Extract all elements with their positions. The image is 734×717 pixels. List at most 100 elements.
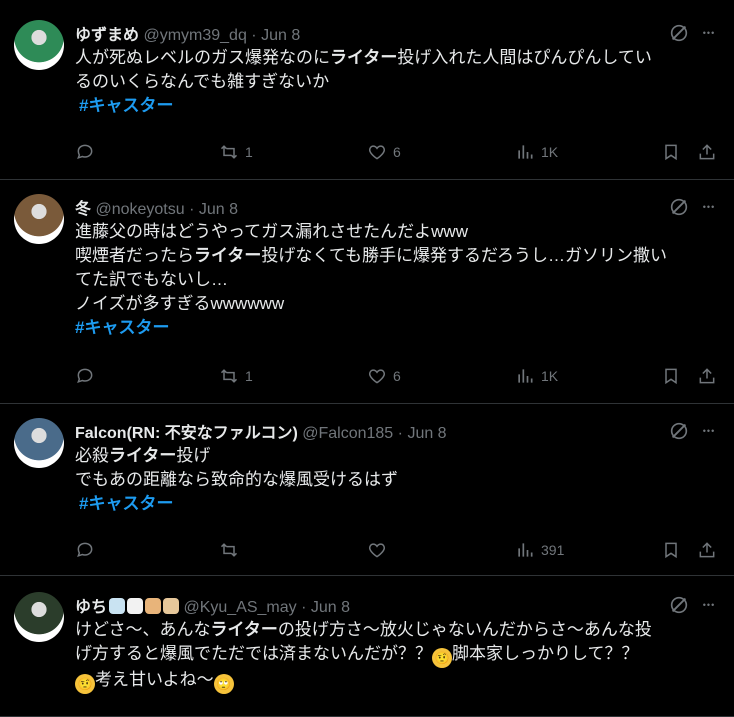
like-count: 6 [393,368,401,384]
more-options-icon[interactable]: ••• [698,22,720,44]
views-button[interactable]: 1K [515,140,558,164]
more-options-icon[interactable]: ••• [698,196,720,218]
tweet[interactable]: 冬 @nokeyotsu · Jun 8 ••• 進藤父の時はどうやってガス漏れさせ… [0,180,734,404]
tweet-date[interactable]: Jun 8 [261,27,300,44]
text-segment: 人が死ぬレベルのガス爆発なのに [75,48,330,67]
tweet-date[interactable]: Jun 8 [311,599,350,616]
reply-button[interactable] [75,140,95,164]
reply-button[interactable] [75,364,95,388]
display-name[interactable]: 冬 [75,201,91,218]
more-options-icon[interactable]: ••• [698,420,720,442]
views-count: 1K [541,144,559,160]
hashtag-link[interactable]: #キャスター [75,494,173,513]
emoji-icon: 🤨 [432,648,452,668]
views-count: 1K [541,368,559,384]
like-icon [367,540,387,560]
reply-icon [75,142,95,162]
tweet-text-line: けどさ〜、あんなライターの投げ方さ〜放火じゃないんだからさ〜あんな投 [75,618,716,642]
highlighted-keyword: ライター [109,446,177,465]
retweet-icon [219,366,239,386]
bookmark-button[interactable] [661,364,681,388]
retweet-button[interactable]: 1 [219,140,253,164]
grok-icon[interactable] [668,420,690,442]
bookmark-icon [661,366,681,386]
share-button[interactable] [697,364,717,388]
like-button[interactable] [367,538,387,562]
separator: · [189,201,199,218]
action-bar: 1 6 1K [75,364,720,388]
like-button[interactable]: 6 [367,364,401,388]
text-segment: 考え甘いよね〜 [95,670,214,689]
highlighted-keyword: ライター [330,48,398,67]
avatar[interactable] [14,592,64,642]
retweet-icon [219,540,239,560]
user-handle[interactable]: @Kyu_AS_may [179,599,301,616]
grok-icon[interactable] [668,594,690,616]
separator: · [251,27,262,44]
retweet-button[interactable]: 1 [219,364,253,388]
tweet-text-line: 喫煙者だったらライター投げなくても勝手に爆発するだろうし…ガソリン撒い [75,244,716,268]
user-handle[interactable]: @Falcon185 [298,425,398,442]
like-count: 6 [393,144,401,160]
bookmark-button[interactable] [661,538,681,562]
tweet[interactable]: ゆずまめ @ymym39_dq · Jun 8 ••• 人が死ぬレベルのガス爆発なの… [0,0,734,180]
avatar[interactable] [14,20,64,70]
tweet-header: ゆずまめ @ymym39_dq · Jun 8 [75,21,664,45]
hashtag-link[interactable]: #キャスター [75,96,173,115]
retweet-button[interactable] [219,538,239,562]
avatar[interactable] [14,418,64,468]
share-button[interactable] [697,538,717,562]
tweet-header: Falcon(RN: 不安なファルコン) @Falcon185 · Jun 8 [75,419,664,443]
grok-icon[interactable] [668,196,690,218]
tweet-date[interactable]: Jun 8 [407,425,446,442]
reply-icon [75,366,95,386]
emoji-icon: 🙄 [213,674,234,694]
timeline-feed: ゆずまめ @ymym39_dq · Jun 8 ••• 人が死ぬレベルのガス爆発なの… [0,0,734,717]
bookmark-button[interactable] [661,140,681,164]
like-button[interactable]: 6 [367,140,401,164]
share-icon [697,142,717,162]
display-name[interactable]: Falcon(RN: 不安なファルコン) [75,425,298,442]
share-icon [697,366,717,386]
tweet-text: 必殺ライター投げ でもあの距離なら致命的な爆風受けるはず #キャスター [75,444,716,516]
tweet-text-line: げ方すると爆風でただでは済まないんだが？？ 🤨 脚本家しっかりして？？ [75,642,716,668]
tweet-text: 人が死ぬレベルのガス爆発なのにライター投げ入れた人間はぴんぴんしてい るのいくらな… [75,46,716,118]
text-segment: 投げなくても勝手に爆発するだろうし…ガソリン撒い [261,246,667,265]
views-button[interactable]: 1K [515,364,558,388]
like-icon [367,366,387,386]
separator: · [301,599,311,616]
emoji-icon: 🤨 [75,674,95,694]
tweet[interactable]: ゆち @Kyu_AS_may · Jun 8 ••• けどさ〜、あんなライターの投げ… [0,576,734,717]
display-name[interactable]: ゆずまめ [75,27,139,44]
text-segment: るのいくらなんでも雑すぎないか [75,72,330,91]
tweet-date[interactable]: Jun 8 [199,201,238,218]
user-handle[interactable]: @nokeyotsu [91,201,189,218]
reply-button[interactable] [75,538,95,562]
text-segment: げ方すると爆風でただでは済まないんだが？？ [75,644,432,663]
bookmark-icon [661,142,681,162]
hashtag-link[interactable]: #キャスター [75,318,169,337]
display-name[interactable]: ゆち [75,599,107,616]
tweet-text-line: 進藤父の時はどうやってガス漏れさせたんだよwww [75,220,716,244]
user-handle[interactable]: @ymym39_dq [139,27,251,44]
tweet-text: 進藤父の時はどうやってガス漏れさせたんだよwww 喫煙者だったらライター投げなくて… [75,220,716,340]
views-button[interactable]: 391 [515,538,564,562]
name-emoji-icon [109,598,126,614]
views-count: 391 [541,542,565,558]
more-options-icon[interactable]: ••• [698,594,720,616]
retweet-count: 1 [245,368,253,384]
grok-icon[interactable] [668,22,690,44]
like-icon [367,142,387,162]
tweet-text: けどさ〜、あんなライターの投げ方さ〜放火じゃないんだからさ〜あんな投 げ方すると爆… [75,618,716,694]
share-icon [697,540,717,560]
tweet[interactable]: Falcon(RN: 不安なファルコン) @Falcon185 · Jun 8 •… [0,404,734,576]
highlighted-keyword: ライター [194,246,262,265]
share-button[interactable] [697,140,717,164]
views-icon [515,540,535,560]
tweet-text-line: るのいくらなんでも雑すぎないか [75,70,716,94]
retweet-icon [219,142,239,162]
text-segment: 進藤父の時はどうやってガス漏れさせたんだよwww [75,222,468,241]
reply-icon [75,540,95,560]
avatar[interactable] [14,194,64,244]
views-icon [515,366,535,386]
